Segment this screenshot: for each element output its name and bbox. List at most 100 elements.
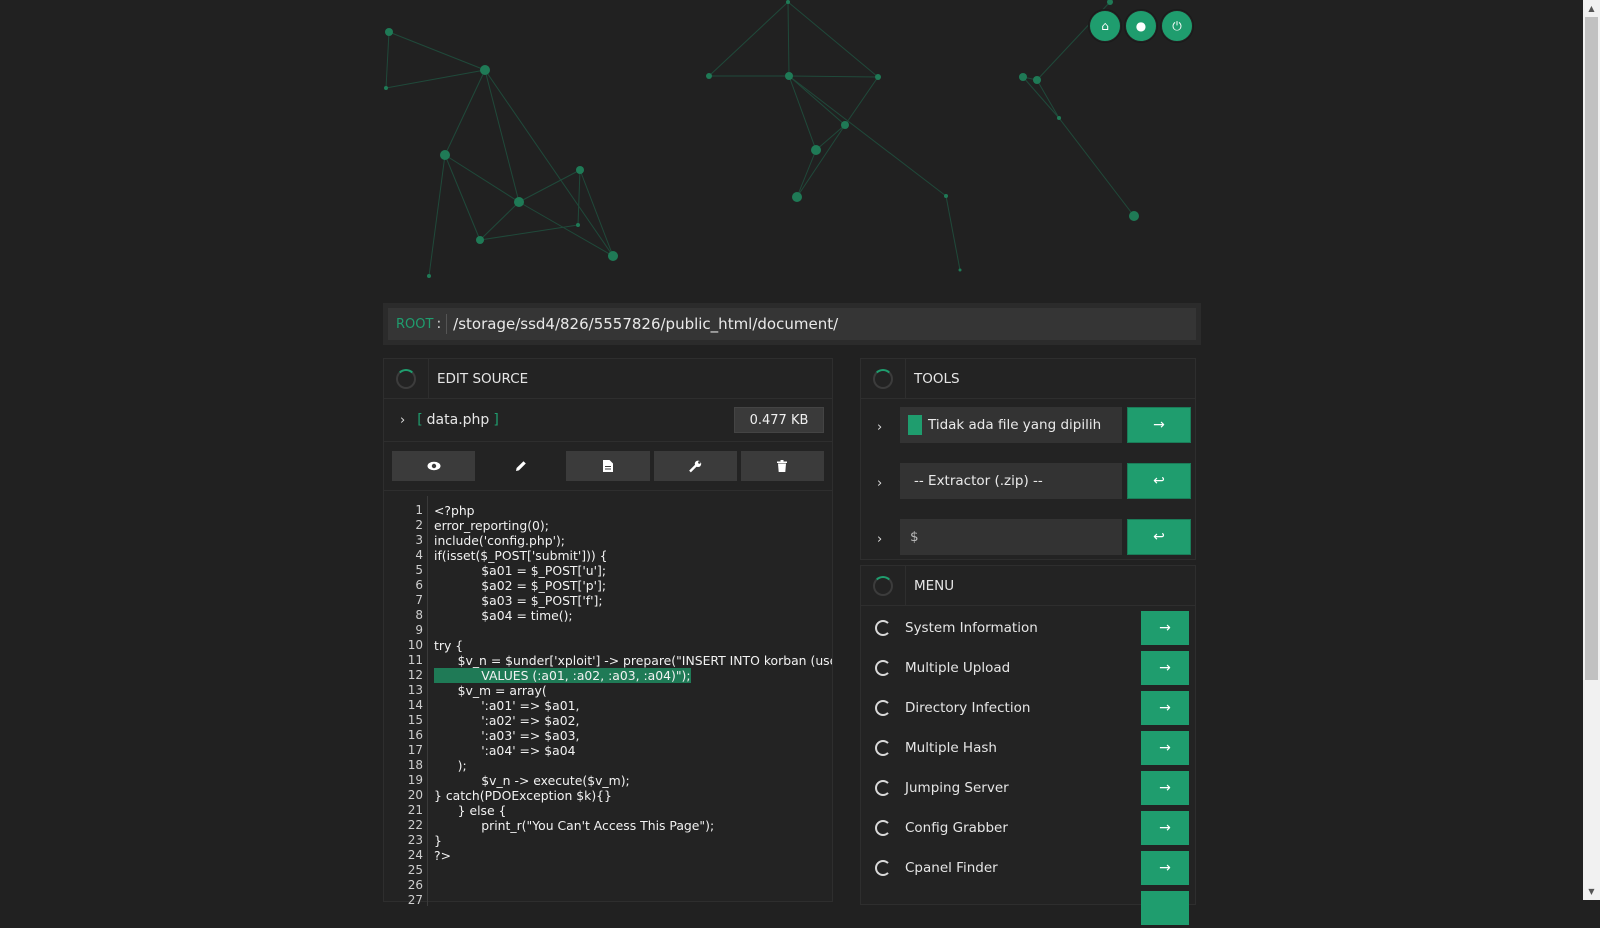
- line-number: 19: [407, 773, 423, 787]
- command-submit-button[interactable]: ↩: [1127, 519, 1191, 555]
- line-number: 24: [407, 848, 423, 862]
- code-line-text: $a03 = $_POST['f'];: [434, 593, 603, 608]
- menu-item-next[interactable]: [861, 888, 1195, 928]
- line-number: 23: [407, 833, 423, 847]
- tools-panel: TOOLS › Tidak ada file yang dipilih → › …: [860, 358, 1196, 560]
- code-line-text: $a04 = time();: [434, 608, 573, 623]
- upload-submit-button[interactable]: →: [1127, 407, 1191, 443]
- file-upload-input[interactable]: Tidak ada file yang dipilih: [900, 407, 1122, 443]
- chevron-right-icon: ›: [877, 531, 883, 547]
- header-divider: [905, 359, 906, 398]
- menu-item-system-information[interactable]: System Information →: [861, 608, 1195, 648]
- extractor-submit-button[interactable]: ↩: [1127, 463, 1191, 499]
- command-input[interactable]: $: [900, 519, 1122, 555]
- line-number: 18: [407, 758, 423, 772]
- menu-go-button[interactable]: [1141, 891, 1189, 925]
- code-line: print_r("You Can't Access This Page");: [434, 818, 832, 833]
- tools-header: TOOLS: [861, 359, 1195, 399]
- line-numbers: 1 2 3 4 5 6 7 8 9 10 11 12 13 14 15 16 17 18 19 20 21 22 23 24 2…: [384, 496, 428, 907]
- code-line-text: } catch(PDOException $k){}: [434, 788, 612, 803]
- code-line: VALUES (:a01, :a02, :a03, :a04)");: [434, 668, 832, 683]
- code-lines[interactable]: <?php error_reporting(0); include('config.…: [428, 496, 832, 906]
- code-line: $v_m = array(: [434, 683, 832, 698]
- scroll-up-arrow-icon[interactable]: ▲: [1583, 0, 1600, 17]
- menu-go-button[interactable]: →: [1141, 611, 1189, 645]
- power-button[interactable]: ⏻: [1161, 10, 1193, 42]
- code-line-text: ':a01' => $a01,: [434, 698, 580, 713]
- scrollbar-thumb[interactable]: [1585, 17, 1598, 680]
- extractor-select[interactable]: -- Extractor (.zip) --: [900, 463, 1122, 499]
- code-line-text: error_reporting(0);: [434, 518, 549, 533]
- code-line: );: [434, 758, 832, 773]
- home-button[interactable]: ⌂: [1089, 10, 1121, 42]
- code-line: ':a02' => $a02,: [434, 713, 832, 728]
- spinner-icon: [396, 368, 416, 389]
- header-divider: [905, 566, 906, 605]
- file-size: 0.477 KB: [734, 407, 824, 433]
- code-line-text: ?>: [434, 848, 451, 863]
- trash-icon: [777, 460, 788, 472]
- code-line: if(isset($_POST['submit'])) {: [434, 548, 832, 563]
- menu-item-multiple-hash[interactable]: Multiple Hash →: [861, 728, 1195, 768]
- chevron-right-icon: ›: [400, 412, 406, 428]
- current-path[interactable]: /storage/ssd4/826/5557826/public_html/do…: [453, 315, 838, 333]
- tools-title: TOOLS: [914, 370, 960, 387]
- delete-button[interactable]: [740, 451, 825, 481]
- view-button[interactable]: [392, 451, 476, 481]
- code-line-text: print_r("You Can't Access This Page");: [434, 818, 715, 833]
- code-line: include('config.php');: [434, 533, 832, 548]
- code-line-text: VALUES (:a01, :a02, :a03, :a04)");: [434, 668, 691, 683]
- circle-icon: [875, 700, 891, 716]
- upload-row: › Tidak ada file yang dipilih →: [861, 399, 1195, 455]
- file-button[interactable]: [566, 451, 650, 481]
- command-row: › $ ↩: [861, 511, 1195, 567]
- code-line-text: $v_n -> execute($v_m);: [434, 773, 630, 788]
- line-number: 17: [407, 743, 423, 757]
- menu-go-button[interactable]: →: [1141, 811, 1189, 845]
- code-line: error_reporting(0);: [434, 518, 832, 533]
- code-line-text: ':a04' => $a04: [434, 743, 576, 758]
- line-number: 22: [407, 818, 423, 832]
- menu-item-jumping-server[interactable]: Jumping Server →: [861, 768, 1195, 808]
- pencil-icon: [515, 461, 526, 471]
- code-editor[interactable]: 1 2 3 4 5 6 7 8 9 10 11 12 13 14 15 16 17 18 19 20 21 22 23 24 2…: [384, 496, 832, 907]
- edit-button[interactable]: [479, 451, 562, 481]
- menu-go-button[interactable]: →: [1141, 651, 1189, 685]
- file-actions: [384, 442, 832, 491]
- scroll-down-arrow-icon[interactable]: ▼: [1583, 883, 1600, 900]
- menu-item-label: Multiple Hash: [905, 740, 997, 756]
- code-line-text: try {: [434, 638, 464, 653]
- menu-item-label: Directory Infection: [905, 700, 1031, 716]
- extractor-select-value: -- Extractor (.zip) --: [914, 473, 1043, 489]
- menu-item-config-grabber[interactable]: Config Grabber →: [861, 808, 1195, 848]
- main-container: ⌂ ● ⏻ ROOT : /storage/ssd4/826/5557826/p…: [383, 0, 1201, 925]
- code-line: }: [434, 833, 832, 848]
- settings-button[interactable]: [653, 451, 737, 481]
- line-number: 14: [407, 698, 423, 712]
- menu-go-button[interactable]: →: [1141, 851, 1189, 885]
- menu-item-cpanel-finder[interactable]: Cpanel Finder →: [861, 848, 1195, 888]
- code-line-text: <?php: [434, 503, 475, 518]
- menu-go-button[interactable]: →: [1141, 771, 1189, 805]
- menu-title: MENU: [914, 577, 955, 594]
- code-line-text: }: [434, 833, 442, 848]
- user-icon: ●: [1135, 19, 1147, 33]
- menu-go-button[interactable]: →: [1141, 731, 1189, 765]
- choose-file-button[interactable]: [908, 415, 922, 435]
- circle-icon: [875, 860, 891, 876]
- path-bar: ROOT : /storage/ssd4/826/5557826/public_…: [383, 303, 1201, 345]
- menu-item-directory-infection[interactable]: Directory Infection →: [861, 688, 1195, 728]
- circle-icon: [875, 740, 891, 756]
- root-label[interactable]: ROOT: [396, 317, 433, 332]
- page-scrollbar[interactable]: ▲ ▼: [1583, 0, 1600, 900]
- user-button[interactable]: ●: [1125, 10, 1157, 42]
- menu-item-multiple-upload[interactable]: Multiple Upload →: [861, 648, 1195, 688]
- header-divider: [428, 359, 429, 398]
- menu-go-button[interactable]: →: [1141, 691, 1189, 725]
- code-line: ':a03' => $a03,: [434, 728, 832, 743]
- edit-source-panel: EDIT SOURCE › [ data.php ] 0.477 KB 1 2 …: [383, 358, 833, 907]
- file-name[interactable]: data.php: [427, 412, 490, 428]
- code-line: } else {: [434, 803, 832, 818]
- spinner-icon: [873, 368, 893, 389]
